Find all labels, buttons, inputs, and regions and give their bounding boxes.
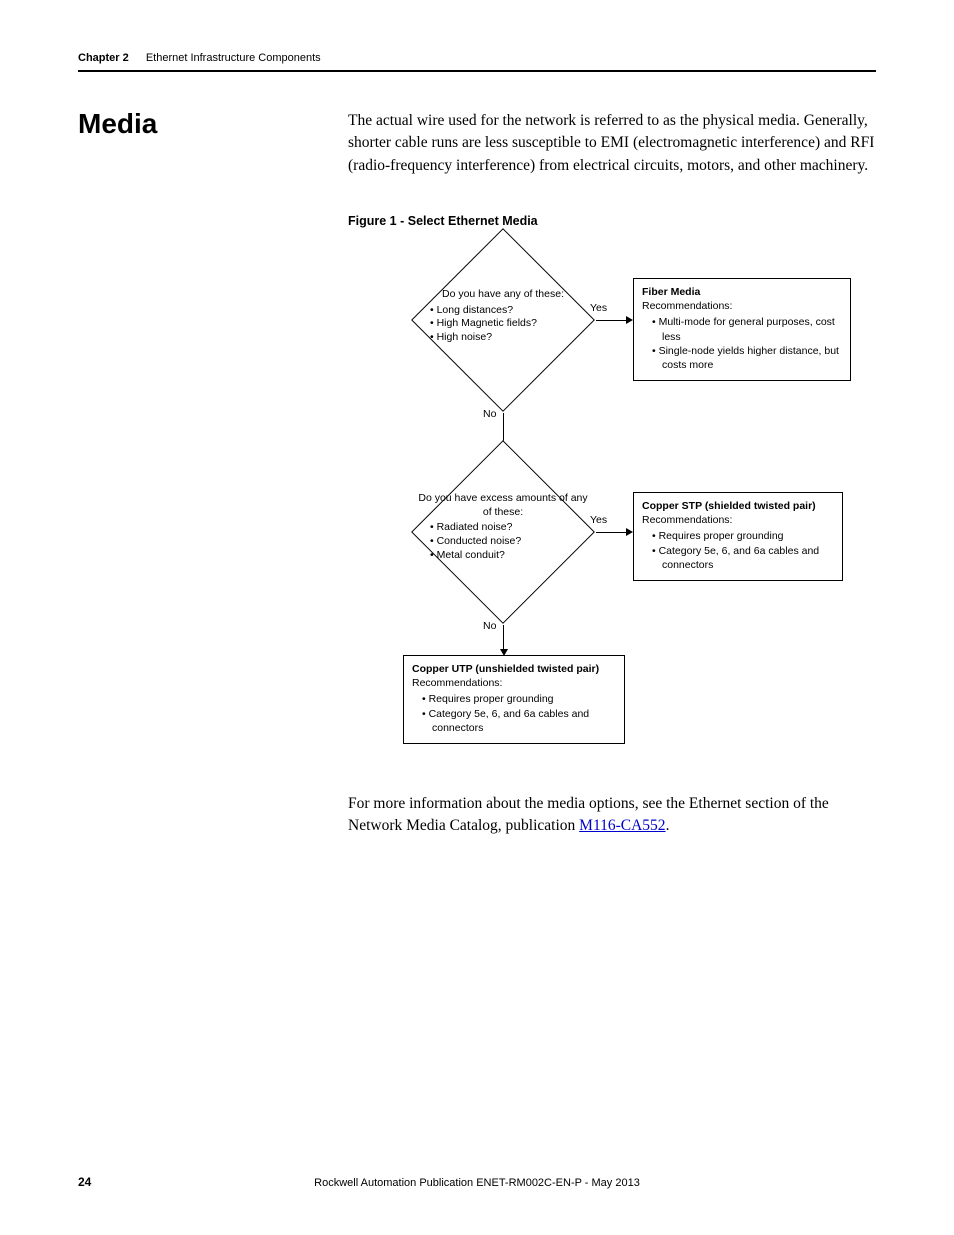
decision-2-list: Radiated noise? Conducted noise? Metal c… <box>418 521 588 562</box>
result-stp-item: Requires proper grounding <box>652 529 834 543</box>
result-utp-rec: Recommendations: <box>412 676 616 690</box>
publication-footer: Rockwell Automation Publication ENET-RM0… <box>0 1177 954 1189</box>
section-heading: Media <box>78 108 157 140</box>
result-utp-box: Copper UTP (unshielded twisted pair) Rec… <box>403 655 625 744</box>
result-fiber-rec: Recommendations: <box>642 299 842 313</box>
connector-line <box>503 625 504 651</box>
decision-2-question: Do you have excess amounts of any of the… <box>418 492 588 519</box>
result-utp-title: Copper UTP (unshielded twisted pair) <box>412 662 616 676</box>
result-utp-item: Requires proper grounding <box>422 692 616 706</box>
result-fiber-list: Multi-mode for general purposes, cost le… <box>642 315 842 372</box>
connector-line <box>596 532 628 533</box>
result-fiber-item: Multi-mode for general purposes, cost le… <box>652 315 842 343</box>
decision-1-item: Long distances? <box>430 304 588 318</box>
publication-link[interactable]: M116-CA552 <box>579 817 665 834</box>
decision-2-item: Metal conduit? <box>430 549 588 563</box>
result-stp-box: Copper STP (shielded twisted pair) Recom… <box>633 492 843 581</box>
chapter-label: Chapter 2 <box>78 52 129 64</box>
intro-paragraph: The actual wire used for the network is … <box>348 110 876 177</box>
result-stp-list: Requires proper grounding Category 5e, 6… <box>642 529 834 572</box>
decision-1-content: Do you have any of these: Long distances… <box>418 288 588 345</box>
yes-label: Yes <box>590 302 607 314</box>
figure-caption: Figure 1 - Select Ethernet Media <box>348 214 538 228</box>
result-utp-item: Category 5e, 6, and 6a cables and connec… <box>422 707 616 735</box>
arrow-right-icon <box>626 528 633 536</box>
no-label: No <box>483 620 496 632</box>
decision-1-question: Do you have any of these: <box>418 288 588 302</box>
decision-1-item: High noise? <box>430 331 588 345</box>
flowchart-diagram: Do you have any of these: Long distances… <box>348 230 868 750</box>
yes-label: Yes <box>590 514 607 526</box>
connector-line <box>596 320 628 321</box>
result-fiber-item: Single-node yields higher distance, but … <box>652 344 842 372</box>
result-stp-rec: Recommendations: <box>642 513 834 527</box>
decision-2-item: Radiated noise? <box>430 521 588 535</box>
decision-1-item: High Magnetic fields? <box>430 317 588 331</box>
decision-2-content: Do you have excess amounts of any of the… <box>418 492 588 562</box>
closing-paragraph: For more information about the media opt… <box>348 793 876 838</box>
no-label: No <box>483 408 496 420</box>
arrow-right-icon <box>626 316 633 324</box>
result-fiber-title: Fiber Media <box>642 285 842 299</box>
decision-2-item: Conducted noise? <box>430 535 588 549</box>
chapter-title: Ethernet Infrastructure Components <box>146 52 321 64</box>
result-utp-list: Requires proper grounding Category 5e, 6… <box>412 692 616 735</box>
page-header: Chapter 2 Ethernet Infrastructure Compon… <box>78 52 876 72</box>
result-stp-item: Category 5e, 6, and 6a cables and connec… <box>652 544 834 572</box>
closing-text-after: . <box>666 817 670 834</box>
result-fiber-box: Fiber Media Recommendations: Multi-mode … <box>633 278 851 381</box>
result-stp-title: Copper STP (shielded twisted pair) <box>642 499 834 513</box>
decision-1-list: Long distances? High Magnetic fields? Hi… <box>418 304 588 345</box>
